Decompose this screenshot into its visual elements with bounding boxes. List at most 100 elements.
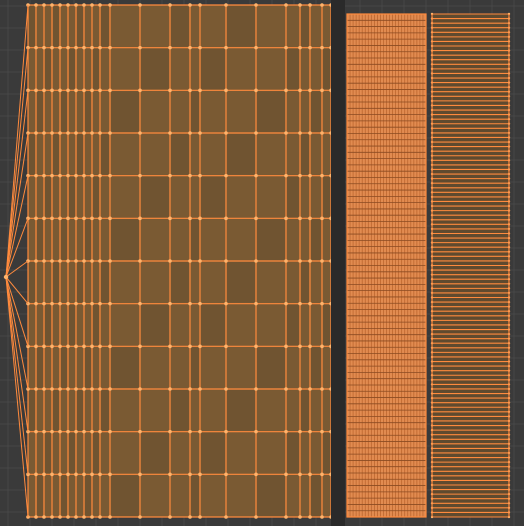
uv-vertex[interactable] — [50, 387, 54, 391]
island-face-cell[interactable] — [45, 176, 51, 218]
island-face-cell[interactable] — [85, 91, 91, 132]
uv-vertex[interactable] — [90, 259, 94, 263]
island-face-cell[interactable] — [311, 347, 321, 388]
uv-vertex[interactable] — [308, 515, 312, 519]
uv-vertex[interactable] — [224, 173, 228, 178]
uv-vertex[interactable] — [198, 131, 202, 135]
uv-vertex[interactable] — [98, 88, 102, 93]
uv-vertex[interactable] — [224, 515, 228, 519]
uv-vertex[interactable] — [66, 429, 70, 434]
uv-vertex[interactable] — [308, 3, 312, 7]
uv-vertex[interactable] — [298, 301, 302, 306]
uv-vertex[interactable] — [50, 88, 54, 93]
uv-vertex[interactable] — [74, 88, 78, 93]
uv-vertex[interactable] — [308, 131, 312, 135]
uv-island-main-grid[interactable] — [26, 3, 333, 519]
island-face-cell[interactable] — [257, 91, 285, 132]
uv-vertex[interactable] — [42, 429, 46, 434]
uv-vertex[interactable] — [50, 45, 54, 50]
uv-vertex[interactable] — [82, 344, 86, 349]
island-face-cell[interactable] — [191, 475, 199, 516]
uv-vertex[interactable] — [50, 3, 54, 7]
island-face-cell[interactable] — [287, 176, 299, 218]
uv-vertex[interactable] — [98, 429, 102, 434]
island-face-cell[interactable] — [77, 6, 83, 47]
uv-vertex[interactable] — [198, 173, 202, 178]
uv-vertex[interactable] — [34, 216, 38, 221]
island-face-cell[interactable] — [61, 475, 67, 516]
island-face-cell[interactable] — [69, 176, 75, 218]
uv-vertex[interactable] — [284, 131, 288, 135]
uv-vertex[interactable] — [98, 259, 102, 263]
island-face-cell[interactable] — [85, 475, 91, 516]
uv-vertex[interactable] — [224, 3, 228, 7]
island-face-cell[interactable] — [61, 347, 67, 388]
uv-vertex[interactable] — [42, 173, 46, 178]
island-face-cell[interactable] — [101, 262, 109, 303]
uv-vertex[interactable] — [284, 3, 288, 7]
island-face-cell[interactable] — [111, 475, 139, 516]
uv-vertex[interactable] — [90, 344, 94, 349]
uv-vertex[interactable] — [320, 88, 324, 93]
uv-vertex[interactable] — [34, 131, 38, 135]
uv-vertex[interactable] — [50, 515, 54, 519]
uv-vertex[interactable] — [108, 3, 112, 7]
uv-vertex[interactable] — [168, 344, 172, 349]
island-face-cell[interactable] — [227, 262, 255, 303]
uv-vertex[interactable] — [188, 216, 192, 221]
uv-vertex[interactable] — [308, 387, 312, 391]
island-face-cell[interactable] — [111, 347, 139, 388]
island-face-cell[interactable] — [53, 134, 59, 175]
island-face-cell[interactable] — [77, 134, 83, 175]
uv-vertex[interactable] — [168, 387, 172, 391]
uv-vertex[interactable] — [254, 387, 258, 391]
island-face-cell[interactable] — [141, 432, 169, 474]
island-face-cell[interactable] — [227, 134, 255, 175]
uv-vertex[interactable] — [188, 429, 192, 434]
uv-vertex[interactable] — [98, 216, 102, 221]
uv-vertex[interactable] — [90, 301, 94, 306]
uv-vertex[interactable] — [50, 131, 54, 135]
uv-vertex[interactable] — [90, 472, 94, 477]
island-face-cell[interactable] — [93, 48, 99, 90]
uv-vertex[interactable] — [320, 259, 324, 263]
uv-vertex[interactable] — [284, 88, 288, 93]
uv-vertex[interactable] — [34, 344, 38, 349]
uv-vertex[interactable] — [98, 344, 102, 349]
island-face-cell[interactable] — [101, 390, 109, 431]
uv-vertex[interactable] — [108, 45, 112, 50]
uv-vertex[interactable] — [138, 515, 142, 519]
uv-vertex[interactable] — [34, 387, 38, 391]
uv-vertex[interactable] — [58, 3, 62, 7]
uv-vertex[interactable] — [308, 344, 312, 349]
island-face-cell[interactable] — [37, 219, 43, 260]
uv-vertex[interactable] — [224, 429, 228, 434]
uv-vertex[interactable] — [138, 173, 142, 178]
island-face-cell[interactable] — [201, 432, 225, 474]
island-face-cell[interactable] — [85, 347, 91, 388]
uv-vertex[interactable] — [82, 429, 86, 434]
island-face-cell[interactable] — [93, 432, 99, 474]
uv-vertex[interactable] — [284, 429, 288, 434]
uv-vertex[interactable] — [42, 301, 46, 306]
uv-vertex[interactable] — [66, 472, 70, 477]
uv-vertex[interactable] — [82, 259, 86, 263]
uv-vertex[interactable] — [138, 472, 142, 477]
uv-vertex[interactable] — [308, 301, 312, 306]
island-face-cell[interactable] — [37, 347, 43, 388]
island-face-cell[interactable] — [111, 91, 139, 132]
uv-vertex[interactable] — [42, 216, 46, 221]
island-face-cell[interactable] — [85, 219, 91, 260]
island-face-cell[interactable] — [301, 390, 309, 431]
island-face-cell[interactable] — [171, 390, 189, 431]
uv-vertex[interactable] — [50, 429, 54, 434]
uv-vertex[interactable] — [138, 131, 142, 135]
uv-vertex[interactable] — [74, 131, 78, 135]
uv-vertex[interactable] — [50, 259, 54, 263]
uv-vertex[interactable] — [74, 472, 78, 477]
island-face-cell[interactable] — [93, 176, 99, 218]
uv-vertex[interactable] — [74, 3, 78, 7]
uv-vertex[interactable] — [74, 344, 78, 349]
uv-vertex[interactable] — [82, 131, 86, 135]
island-face-cell[interactable] — [301, 262, 309, 303]
